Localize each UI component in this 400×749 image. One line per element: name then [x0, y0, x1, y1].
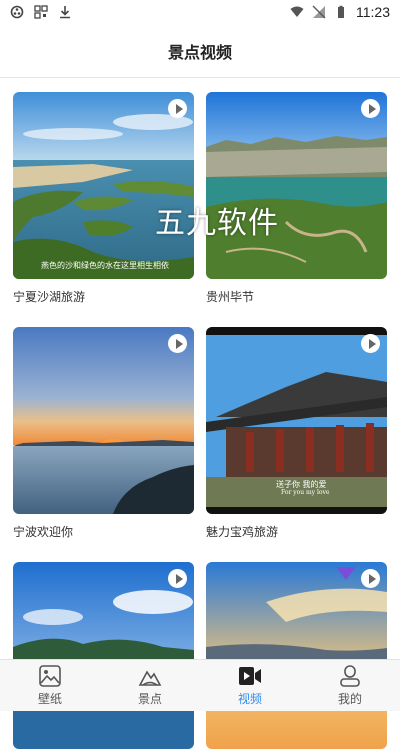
video-thumbnail[interactable]	[206, 92, 387, 279]
status-bar: 11:23	[0, 0, 400, 24]
video-card[interactable]: 宁波欢迎你	[13, 327, 194, 539]
page-title: 景点视频	[167, 44, 232, 62]
play-icon[interactable]	[168, 99, 187, 118]
video-card[interactable]: 燕色的沙和绿色的水在这里相生相依 宁夏沙湖旅游	[13, 92, 194, 304]
app-notification-icon	[10, 5, 24, 19]
video-thumbnail[interactable]: 燕色的沙和绿色的水在这里相生相依	[13, 92, 194, 279]
download-icon	[60, 6, 70, 19]
sky-scene-image	[206, 562, 387, 749]
wifi-icon	[290, 6, 304, 17]
video-thumbnail[interactable]: 送子你 我的爱 For you my love	[206, 327, 387, 514]
battery-icon	[338, 5, 344, 18]
video-overlay-text: 燕色的沙和绿色的水在这里相生相依	[41, 261, 169, 270]
mountain-icon	[138, 670, 162, 686]
header: 景点视频	[0, 24, 400, 78]
play-icon[interactable]	[168, 334, 187, 353]
play-icon[interactable]	[361, 334, 380, 353]
video-card[interactable]	[206, 562, 387, 749]
video-overlay-subtext: For you my love	[281, 489, 330, 496]
tab-label: 视频	[237, 692, 262, 706]
tab-profile[interactable]: 我的	[300, 660, 400, 711]
user-icon	[340, 665, 360, 687]
tab-video[interactable]: 视频	[200, 660, 300, 711]
qr-code-icon	[34, 5, 48, 19]
video-thumbnail[interactable]	[206, 562, 387, 749]
video-title: 贵州毕节	[206, 290, 255, 304]
tab-wallpaper[interactable]: 壁纸	[0, 660, 100, 711]
tab-scenic[interactable]: 景点	[100, 660, 200, 711]
play-icon[interactable]	[361, 99, 380, 118]
video-title: 宁波欢迎你	[13, 525, 74, 539]
image-icon	[39, 665, 61, 687]
video-title: 宁夏沙湖旅游	[13, 290, 86, 304]
play-icon[interactable]	[168, 569, 187, 588]
video-card[interactable]	[13, 562, 194, 749]
video-thumbnail[interactable]	[13, 327, 194, 514]
tab-label: 我的	[337, 692, 362, 706]
video-thumbnail[interactable]	[13, 562, 194, 749]
canyon-scene-image	[206, 92, 387, 279]
tab-label: 壁纸	[37, 692, 62, 706]
clock-time: 11:23	[356, 4, 390, 20]
video-card[interactable]: 送子你 我的爱 For you my love 魅力宝鸡旅游	[206, 327, 387, 539]
video-title: 魅力宝鸡旅游	[206, 525, 279, 539]
play-icon[interactable]	[361, 569, 380, 588]
lake-scene-image	[13, 92, 194, 279]
video-card[interactable]: 贵州毕节	[206, 92, 387, 304]
tab-label: 景点	[137, 692, 162, 706]
no-signal-icon	[312, 5, 326, 19]
bottom-tab-bar: 壁纸 景点 视频 我的	[0, 659, 400, 711]
sunset-sea-image	[13, 327, 194, 514]
video-icon	[239, 667, 261, 685]
watermark-text: 五九软件	[155, 206, 279, 241]
coast-scene-image	[13, 562, 194, 749]
